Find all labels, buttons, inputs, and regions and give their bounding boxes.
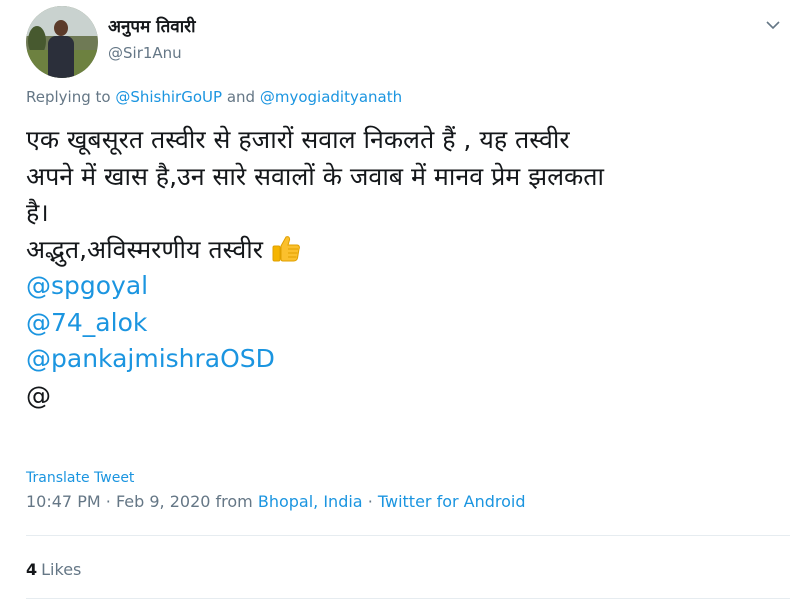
meta-separator: ·	[367, 492, 373, 511]
meta-separator: ·	[105, 492, 111, 511]
avatar[interactable]	[26, 6, 98, 78]
reply-mention-shishirgoup[interactable]: @ShishirGoUP	[115, 88, 222, 106]
display-name[interactable]: अनुपम तिवारी	[108, 14, 195, 37]
likes-stat[interactable]: 4 Likes	[26, 560, 81, 579]
likes-count: 4	[26, 560, 38, 579]
tweet-line-with-emoji: अद्भुत,अविस्मरणीय तस्वीर	[26, 232, 766, 269]
mention-74-alok[interactable]: @74_alok	[26, 305, 766, 342]
tweet-location-link[interactable]: Bhopal, India	[258, 492, 363, 511]
tweet-source-link[interactable]: Twitter for Android	[378, 492, 526, 511]
tweet-date[interactable]: Feb 9, 2020	[116, 492, 210, 511]
thumbs-up-icon	[271, 234, 301, 262]
chevron-down-icon[interactable]	[764, 16, 782, 34]
user-handle[interactable]: @Sir1Anu	[108, 44, 182, 62]
tweet-meta: 10:47 PM · Feb 9, 2020 from Bhopal, Indi…	[26, 492, 526, 511]
mention-pankajmishraosd[interactable]: @pankajmishraOSD	[26, 341, 766, 378]
mention-spgoyal[interactable]: @spgoyal	[26, 268, 766, 305]
replying-to: Replying to @ShishirGoUP and @myogiadity…	[26, 88, 402, 106]
tweet-line: अपने में खास है,उन सारे सवालों के जवाब म…	[26, 161, 604, 191]
divider	[26, 535, 790, 536]
tweet-body: एक खूबसूरत तस्वीर से हजारों सवाल निकलते …	[26, 122, 766, 414]
replying-and: and	[226, 88, 256, 106]
divider	[26, 598, 790, 599]
translate-tweet-link[interactable]: Translate Tweet	[26, 470, 134, 486]
meta-from: from	[215, 492, 253, 511]
tweet-line: अद्भुत,अविस्मरणीय तस्वीर	[26, 234, 263, 264]
tweet-line: है।	[26, 198, 49, 227]
tweet-trailing-at: @	[26, 380, 51, 410]
likes-label: Likes	[41, 560, 82, 579]
replying-prefix: Replying to	[26, 88, 111, 106]
tweet-line: एक खूबसूरत तस्वीर से हजारों सवाल निकलते …	[26, 125, 570, 154]
tweet-time[interactable]: 10:47 PM	[26, 492, 101, 511]
tweet-header: अनुपम तिवारी @Sir1Anu	[26, 6, 800, 78]
reply-mention-myogiadityanath[interactable]: @myogiadityanath	[260, 88, 402, 106]
